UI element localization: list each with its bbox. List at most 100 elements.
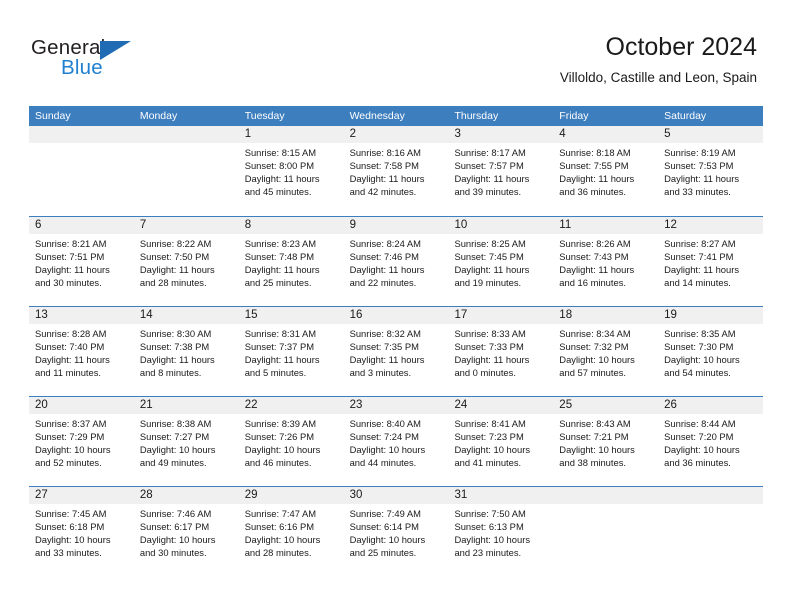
day-cell-29[interactable]: 29 Sunrise: 7:47 AM Sunset: 6:16 PM Dayligh…	[238, 487, 344, 576]
day-cell-30[interactable]: 30 Sunrise: 7:49 AM Sunset: 6:14 PM Dayligh…	[343, 487, 449, 576]
day-sun-info: Sunrise: 7:46 AM Sunset: 6:17 PM Daylight:…	[134, 504, 239, 559]
day-sun-info: Sunrise: 8:38 AM Sunset: 7:27 PM Daylight:…	[134, 414, 239, 469]
day-number	[553, 487, 659, 504]
day-number: 30	[343, 487, 449, 504]
day-sunrise-text: Sunrise: 7:50 AM	[454, 508, 526, 519]
day-cell-9[interactable]: 9 Sunrise: 8:24 AM Sunset: 7:46 PM Daylight…	[343, 217, 449, 306]
day-sunrise-text: Sunrise: 8:28 AM	[35, 328, 107, 339]
day-cell-23[interactable]: 23 Sunrise: 8:40 AM Sunset: 7:24 PM Dayligh…	[343, 397, 449, 486]
day-number: 20	[29, 397, 134, 414]
day-cell-12[interactable]: 12 Sunrise: 8:27 AM Sunset: 7:41 PM Dayligh…	[658, 217, 764, 306]
day-cell-3[interactable]: 3 Sunrise: 8:17 AM Sunset: 7:57 PM Daylight…	[448, 126, 554, 216]
day-daylight-line1-text: Daylight: 11 hours	[664, 264, 740, 275]
day-number: 17	[448, 307, 554, 324]
day-number: 11	[553, 217, 659, 234]
day-daylight-line1-text: Daylight: 11 hours	[454, 173, 530, 184]
day-cell-15[interactable]: 15 Sunrise: 8:31 AM Sunset: 7:37 PM Dayligh…	[238, 307, 344, 396]
day-sun-info: Sunrise: 8:30 AM Sunset: 7:38 PM Daylight:…	[134, 324, 239, 379]
day-sun-info	[658, 504, 763, 507]
day-sunrise-text: Sunrise: 8:37 AM	[35, 418, 107, 429]
day-cell-empty	[133, 126, 239, 216]
day-sun-info: Sunrise: 8:40 AM Sunset: 7:24 PM Daylight:…	[344, 414, 449, 469]
weekday-header-tuesday: Tuesday	[244, 110, 285, 122]
day-number: 25	[553, 397, 659, 414]
day-sunrise-text: Sunrise: 8:35 AM	[664, 328, 736, 339]
day-cell-20[interactable]: 20 Sunrise: 8:37 AM Sunset: 7:29 PM Dayligh…	[29, 397, 134, 486]
day-daylight-line2-text: and 39 minutes.	[454, 186, 522, 197]
day-cell-14[interactable]: 14 Sunrise: 8:30 AM Sunset: 7:38 PM Dayligh…	[133, 307, 239, 396]
day-cell-1[interactable]: 1 Sunrise: 8:15 AM Sunset: 8:00 PM Daylight…	[238, 126, 344, 216]
day-cell-17[interactable]: 17 Sunrise: 8:33 AM Sunset: 7:33 PM Dayligh…	[448, 307, 554, 396]
day-daylight-line2-text: and 42 minutes.	[349, 186, 417, 197]
day-number: 14	[133, 307, 239, 324]
day-sun-info: Sunrise: 8:43 AM Sunset: 7:21 PM Daylight:…	[553, 414, 658, 469]
day-cell-18[interactable]: 18 Sunrise: 8:34 AM Sunset: 7:32 PM Dayligh…	[553, 307, 659, 396]
day-cell-16[interactable]: 16 Sunrise: 8:32 AM Sunset: 7:35 PM Dayligh…	[343, 307, 449, 396]
day-number: 10	[448, 217, 554, 234]
day-cell-19[interactable]: 19 Sunrise: 8:35 AM Sunset: 7:30 PM Dayligh…	[658, 307, 764, 396]
day-number: 29	[238, 487, 344, 504]
day-sun-info: Sunrise: 8:34 AM Sunset: 7:32 PM Daylight:…	[553, 324, 658, 379]
day-cell-25[interactable]: 25 Sunrise: 8:43 AM Sunset: 7:21 PM Dayligh…	[553, 397, 659, 486]
day-cell-26[interactable]: 26 Sunrise: 8:44 AM Sunset: 7:20 PM Dayligh…	[658, 397, 764, 486]
calendar-week-row: 13 Sunrise: 8:28 AM Sunset: 7:40 PM Dayligh…	[29, 306, 764, 396]
day-cell-7[interactable]: 7 Sunrise: 8:22 AM Sunset: 7:50 PM Daylight…	[133, 217, 239, 306]
day-daylight-line2-text: and 54 minutes.	[664, 367, 731, 378]
day-sun-info: Sunrise: 8:32 AM Sunset: 7:35 PM Daylight:…	[344, 324, 449, 379]
day-daylight-line2-text: and 30 minutes.	[139, 547, 207, 558]
weekday-header-sunday: Sunday	[35, 110, 71, 122]
day-number: 21	[133, 397, 239, 414]
day-cell-2[interactable]: 2 Sunrise: 8:16 AM Sunset: 7:58 PM Daylight…	[343, 126, 449, 216]
day-daylight-line1-text: Daylight: 10 hours	[559, 444, 635, 455]
day-daylight-line1-text: Daylight: 11 hours	[35, 264, 110, 275]
calendar-week-row: 20 Sunrise: 8:37 AM Sunset: 7:29 PM Dayligh…	[29, 396, 764, 486]
day-daylight-line1-text: Daylight: 11 hours	[349, 264, 425, 275]
day-cell-13[interactable]: 13 Sunrise: 8:28 AM Sunset: 7:40 PM Dayligh…	[29, 307, 134, 396]
day-cell-11[interactable]: 11 Sunrise: 8:26 AM Sunset: 7:43 PM Dayligh…	[553, 217, 659, 306]
day-number	[133, 126, 239, 143]
day-sunset-text: Sunset: 7:38 PM	[139, 341, 210, 352]
day-cell-8[interactable]: 8 Sunrise: 8:23 AM Sunset: 7:48 PM Daylight…	[238, 217, 344, 306]
day-sun-info: Sunrise: 8:15 AM Sunset: 8:00 PM Daylight:…	[239, 143, 344, 198]
day-sunrise-text: Sunrise: 7:45 AM	[35, 508, 107, 519]
day-daylight-line2-text: and 57 minutes.	[559, 367, 627, 378]
day-number: 24	[448, 397, 554, 414]
day-cell-21[interactable]: 21 Sunrise: 8:38 AM Sunset: 7:27 PM Dayligh…	[133, 397, 239, 486]
day-cell-22[interactable]: 22 Sunrise: 8:39 AM Sunset: 7:26 PM Dayligh…	[238, 397, 344, 486]
page-subtitle: Villoldo, Castille and Leon, Spain	[559, 70, 757, 85]
day-sunrise-text: Sunrise: 7:47 AM	[244, 508, 317, 519]
day-sunset-text: Sunset: 7:40 PM	[35, 341, 105, 352]
day-number: 22	[238, 397, 344, 414]
day-cell-27[interactable]: 27 Sunrise: 7:45 AM Sunset: 6:18 PM Dayligh…	[29, 487, 134, 576]
weekday-header-monday: Monday	[139, 110, 178, 122]
page-header: General Blue October 2024 Villoldo, Cast…	[0, 0, 792, 100]
day-cell-6[interactable]: 6 Sunrise: 8:21 AM Sunset: 7:51 PM Daylight…	[29, 217, 134, 306]
day-cell-24[interactable]: 24 Sunrise: 8:41 AM Sunset: 7:23 PM Dayligh…	[448, 397, 554, 486]
day-daylight-line2-text: and 14 minutes.	[664, 277, 731, 288]
general-blue-logo: General Blue	[31, 36, 211, 84]
day-sunrise-text: Sunrise: 8:34 AM	[559, 328, 631, 339]
calendar-grid: Sunday Monday Tuesday Wednesday Thursday Frid…	[29, 106, 764, 576]
day-sun-info: Sunrise: 8:28 AM Sunset: 7:40 PM Daylight:…	[29, 324, 134, 379]
day-sunrise-text: Sunrise: 7:46 AM	[139, 508, 212, 519]
day-cell-28[interactable]: 28 Sunrise: 7:46 AM Sunset: 6:17 PM Dayligh…	[133, 487, 239, 576]
day-cell-10[interactable]: 10 Sunrise: 8:25 AM Sunset: 7:45 PM Dayligh…	[448, 217, 554, 306]
day-sunrise-text: Sunrise: 8:43 AM	[559, 418, 631, 429]
day-number: 23	[343, 397, 449, 414]
day-sunrise-text: Sunrise: 8:22 AM	[139, 238, 212, 249]
day-sun-info: Sunrise: 8:17 AM Sunset: 7:57 PM Daylight:…	[448, 143, 553, 198]
day-sun-info: Sunrise: 8:26 AM Sunset: 7:43 PM Daylight:…	[553, 234, 658, 289]
day-cell-5[interactable]: 5 Sunrise: 8:19 AM Sunset: 7:53 PM Daylight…	[658, 126, 764, 216]
day-daylight-line2-text: and 11 minutes.	[35, 367, 102, 378]
day-sunset-text: Sunset: 7:51 PM	[35, 251, 105, 262]
day-number: 27	[29, 487, 134, 504]
day-sunrise-text: Sunrise: 8:41 AM	[454, 418, 526, 429]
day-sun-info: Sunrise: 8:23 AM Sunset: 7:48 PM Daylight:…	[239, 234, 344, 289]
day-sun-info: Sunrise: 8:39 AM Sunset: 7:26 PM Daylight:…	[239, 414, 344, 469]
day-cell-4[interactable]: 4 Sunrise: 8:18 AM Sunset: 7:55 PM Daylight…	[553, 126, 659, 216]
day-sunset-text: Sunset: 7:35 PM	[349, 341, 419, 352]
day-sunrise-text: Sunrise: 8:31 AM	[244, 328, 317, 339]
day-sunset-text: Sunset: 7:58 PM	[349, 160, 419, 171]
day-sunset-text: Sunset: 7:37 PM	[244, 341, 315, 352]
day-cell-31[interactable]: 31 Sunrise: 7:50 AM Sunset: 6:13 PM Dayligh…	[448, 487, 554, 576]
